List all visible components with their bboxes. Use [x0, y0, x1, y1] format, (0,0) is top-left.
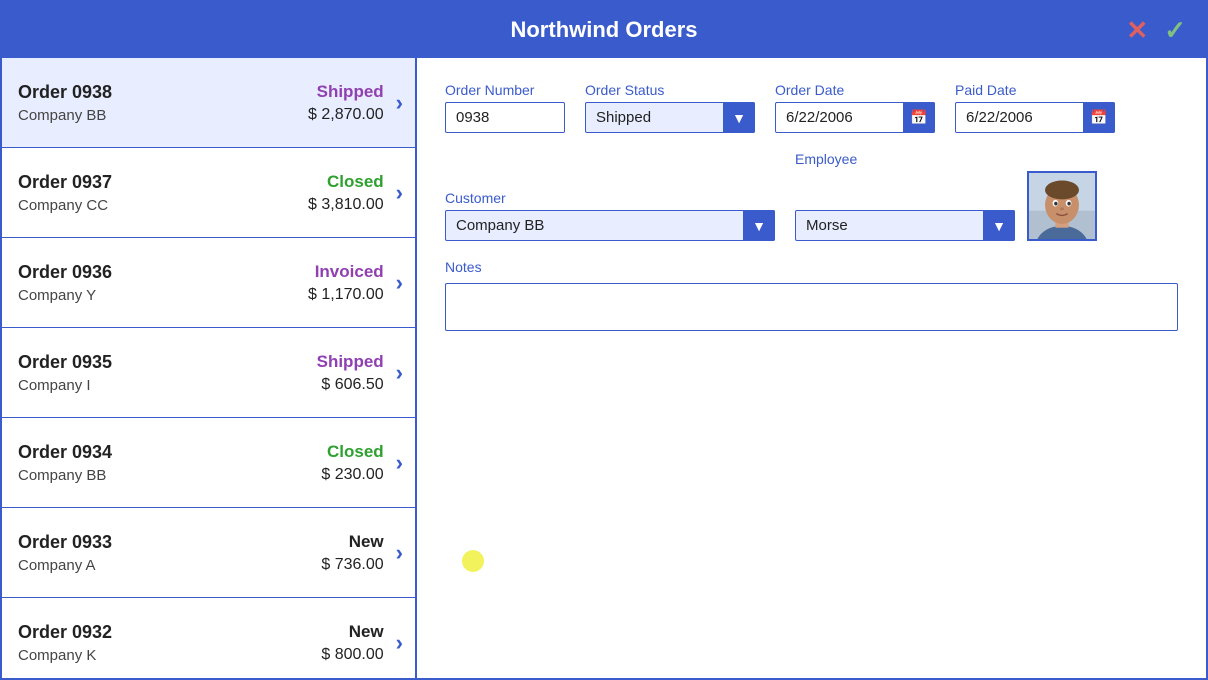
confirm-button[interactable]: ✓: [1160, 17, 1190, 43]
employee-select[interactable]: MorseSmithJones: [795, 210, 1015, 241]
customer-select[interactable]: Company ACompany BBCompany CCCompany ICo…: [445, 210, 775, 241]
main-content: Order 0938 Company BB Shipped $ 2,870.00…: [2, 58, 1206, 678]
notes-group: Notes: [445, 259, 1178, 331]
customer-group: Customer Company ACompany BBCompany CCCo…: [445, 190, 775, 241]
detail-panel: Order Number Order Status NewInvoicedShi…: [417, 58, 1206, 678]
order-status-label: Order Status: [585, 82, 755, 98]
order-name: Order 0936: [18, 262, 254, 283]
order-company: Company BB: [18, 107, 254, 124]
form-row-2: Customer Company ACompany BBCompany CCCo…: [445, 151, 1178, 241]
order-name: Order 0934: [18, 442, 254, 463]
order-status: Closed: [327, 442, 384, 462]
list-item[interactable]: Order 0932 Company K New $ 800.00 ›: [2, 598, 415, 678]
order-status-amount: Shipped $ 2,870.00: [254, 82, 384, 124]
title-bar: Northwind Orders ✕ ✓: [2, 2, 1206, 58]
app-window: Northwind Orders ✕ ✓ Order 0938 Company …: [0, 0, 1208, 680]
order-name: Order 0932: [18, 622, 254, 643]
employee-select-wrapper: MorseSmithJones ▼: [795, 210, 1015, 241]
app-title: Northwind Orders: [18, 17, 1190, 43]
order-status: New: [349, 622, 384, 642]
order-status: Shipped: [317, 82, 384, 102]
chevron-right-icon[interactable]: ›: [396, 450, 403, 476]
order-status-amount: New $ 800.00: [254, 622, 384, 664]
order-list-panel: Order 0938 Company BB Shipped $ 2,870.00…: [2, 58, 417, 678]
order-info: Order 0938 Company BB: [18, 82, 254, 124]
list-item[interactable]: Order 0933 Company A New $ 736.00 ›: [2, 508, 415, 598]
order-number-input[interactable]: [445, 102, 565, 133]
notes-textarea[interactable]: [445, 283, 1178, 331]
order-company: Company CC: [18, 197, 254, 214]
order-status-amount: Closed $ 3,810.00: [254, 172, 384, 214]
employee-row: MorseSmithJones ▼: [795, 171, 1097, 241]
order-amount: $ 1,170.00: [308, 286, 384, 304]
order-amount: $ 800.00: [321, 646, 383, 664]
order-status-amount: New $ 736.00: [254, 532, 384, 574]
list-item[interactable]: Order 0934 Company BB Closed $ 230.00 ›: [2, 418, 415, 508]
chevron-right-icon[interactable]: ›: [396, 540, 403, 566]
order-info: Order 0936 Company Y: [18, 262, 254, 304]
customer-select-wrapper: Company ACompany BBCompany CCCompany ICo…: [445, 210, 775, 241]
chevron-right-icon[interactable]: ›: [396, 630, 403, 656]
order-company: Company BB: [18, 467, 254, 484]
paid-date-label: Paid Date: [955, 82, 1115, 98]
notes-label: Notes: [445, 259, 1178, 275]
order-company: Company A: [18, 557, 254, 574]
order-amount: $ 3,810.00: [308, 196, 384, 214]
close-button[interactable]: ✕: [1122, 17, 1152, 43]
order-amount: $ 606.50: [321, 376, 383, 394]
order-info: Order 0932 Company K: [18, 622, 254, 664]
order-amount: $ 736.00: [321, 556, 383, 574]
order-status-amount: Closed $ 230.00: [254, 442, 384, 484]
order-info: Order 0937 Company CC: [18, 172, 254, 214]
chevron-right-icon[interactable]: ›: [396, 90, 403, 116]
order-status-select[interactable]: NewInvoicedShippedClosed: [585, 102, 755, 133]
cursor-dot: [462, 550, 484, 572]
order-name: Order 0933: [18, 532, 254, 553]
order-date-label: Order Date: [775, 82, 935, 98]
order-name: Order 0938: [18, 82, 254, 103]
paid-date-group: Paid Date 📅: [955, 82, 1115, 133]
chevron-right-icon[interactable]: ›: [396, 180, 403, 206]
order-amount: $ 2,870.00: [308, 106, 384, 124]
employee-label: Employee: [795, 151, 1097, 167]
list-item[interactable]: Order 0935 Company I Shipped $ 606.50 ›: [2, 328, 415, 418]
order-date-calendar-icon[interactable]: 📅: [903, 102, 935, 133]
order-status-select-wrapper: NewInvoicedShippedClosed ▼: [585, 102, 755, 133]
order-status: Shipped: [317, 352, 384, 372]
order-name: Order 0937: [18, 172, 254, 193]
order-company: Company Y: [18, 287, 254, 304]
order-status-amount: Shipped $ 606.50: [254, 352, 384, 394]
customer-label: Customer: [445, 190, 775, 206]
order-info: Order 0933 Company A: [18, 532, 254, 574]
order-status: New: [349, 532, 384, 552]
order-status: Invoiced: [315, 262, 384, 282]
chevron-right-icon[interactable]: ›: [396, 360, 403, 386]
form-row-1: Order Number Order Status NewInvoicedShi…: [445, 82, 1178, 133]
order-date-group: Order Date 📅: [775, 82, 935, 133]
title-bar-buttons: ✕ ✓: [1122, 17, 1190, 43]
list-item[interactable]: Order 0937 Company CC Closed $ 3,810.00 …: [2, 148, 415, 238]
order-status-amount: Invoiced $ 1,170.00: [254, 262, 384, 304]
order-name: Order 0935: [18, 352, 254, 373]
chevron-right-icon[interactable]: ›: [396, 270, 403, 296]
employee-group: Employee MorseSmithJones ▼: [795, 151, 1097, 241]
order-info: Order 0935 Company I: [18, 352, 254, 394]
order-company: Company K: [18, 647, 254, 664]
order-number-group: Order Number: [445, 82, 565, 133]
order-number-label: Order Number: [445, 82, 565, 98]
order-date-wrapper: 📅: [775, 102, 935, 133]
order-status-group: Order Status NewInvoicedShippedClosed ▼: [585, 82, 755, 133]
list-item[interactable]: Order 0938 Company BB Shipped $ 2,870.00…: [2, 58, 415, 148]
order-info: Order 0934 Company BB: [18, 442, 254, 484]
order-company: Company I: [18, 377, 254, 394]
list-item[interactable]: Order 0936 Company Y Invoiced $ 1,170.00…: [2, 238, 415, 328]
order-status: Closed: [327, 172, 384, 192]
order-amount: $ 230.00: [321, 466, 383, 484]
paid-date-wrapper: 📅: [955, 102, 1115, 133]
paid-date-calendar-icon[interactable]: 📅: [1083, 102, 1115, 133]
employee-photo: [1027, 171, 1097, 241]
